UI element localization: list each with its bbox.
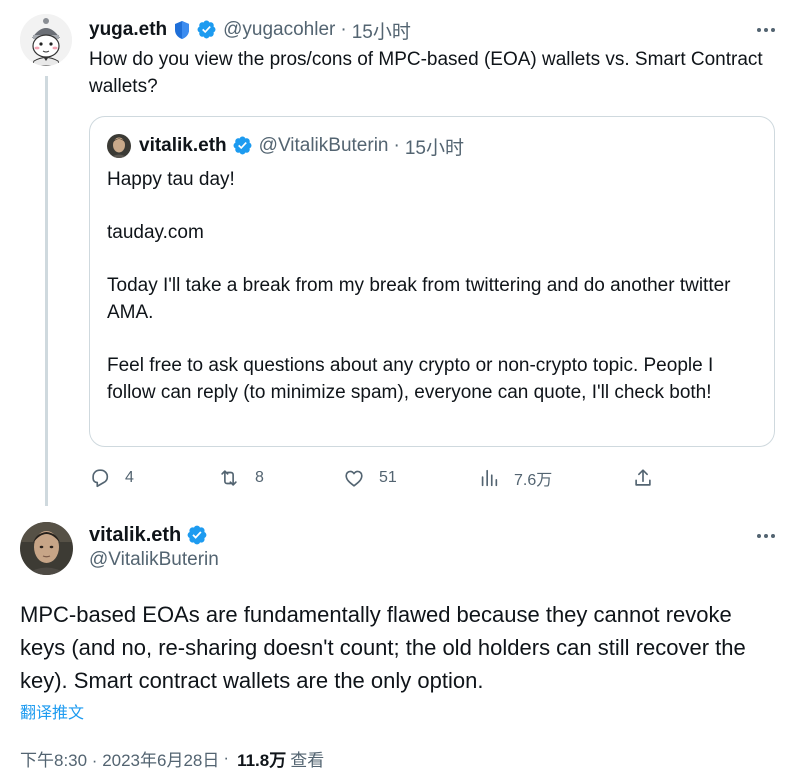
tweet-text: MPC-based EOAs are fundamentally flawed … [20, 602, 746, 693]
parent-tweet-header: yuga.eth @yugacohler · 15小时 [89, 17, 411, 44]
retweet-count: 8 [255, 469, 264, 486]
vitalik-avatar-icon [20, 522, 73, 575]
author-name-row: vitalik.eth [89, 522, 208, 548]
quoted-tweet-card[interactable]: vitalik.eth @VitalikButerin · 15小时 Happy… [89, 116, 775, 447]
yuga-avatar-icon [20, 14, 72, 66]
quoted-author-handle: @VitalikButerin [258, 135, 389, 156]
quoted-author-name: vitalik.eth [139, 135, 227, 156]
separator-dot: · [393, 135, 400, 156]
author-name[interactable]: yuga.eth [89, 19, 167, 41]
verified-badge-icon[interactable] [196, 19, 217, 41]
more-options-button[interactable] [748, 524, 784, 548]
verified-badge-icon[interactable] [186, 524, 208, 547]
share-button[interactable] [632, 462, 654, 494]
more-horizontal-icon [757, 534, 775, 538]
quoted-paragraph: Today I'll take a break from my break fr… [107, 275, 731, 323]
views-button[interactable]: 7.6万 [478, 462, 552, 494]
retweet-icon [221, 470, 237, 486]
view-count: 7.6万 [514, 472, 553, 489]
like-button[interactable]: 51 [343, 462, 397, 494]
avatar[interactable] [20, 14, 72, 66]
heart-icon [345, 470, 363, 487]
shield-emoji-icon [173, 19, 191, 41]
tweet-actions-bar: 4 8 51 7.6万 [89, 462, 669, 494]
main-tweet: vitalik.eth @VitalikButerin MPC-based EO… [0, 510, 796, 784]
quoted-paragraph: tauday.com [107, 222, 204, 243]
translate-tweet-link[interactable]: 翻译推文 [20, 699, 84, 723]
separator-dot: · [340, 19, 347, 40]
author-handle[interactable]: @yugacohler [223, 19, 335, 41]
quoted-tweet-header: vitalik.eth @VitalikButerin · 15小时 [107, 133, 464, 159]
separator-dot: · [223, 748, 230, 767]
tweet-meta: 下午8:30 · 2023年6月28日 · 11.8万 查看 [20, 746, 324, 770]
quoted-timestamp: 15小时 [404, 137, 464, 159]
avatar [107, 134, 131, 158]
tweet-timestamp[interactable]: 下午8:30 · 2023年6月28日 [20, 746, 219, 771]
views-label: 查看 [290, 750, 325, 770]
verified-badge-icon [232, 135, 253, 157]
views-chart-icon [481, 469, 498, 487]
reply-button[interactable]: 4 [89, 462, 134, 494]
tweet-timestamp[interactable]: 15小时 [352, 17, 411, 44]
vitalik-avatar-icon [107, 134, 131, 158]
author-handle[interactable]: @VitalikButerin [89, 549, 219, 571]
view-count: 11.8万 [237, 750, 287, 770]
quoted-tweet-text: Happy tau day! tauday.com Today I'll tak… [107, 166, 767, 406]
reply-icon [92, 469, 109, 488]
author-name[interactable]: vitalik.eth [89, 524, 181, 547]
avatar[interactable] [20, 522, 73, 575]
parent-tweet[interactable]: yuga.eth @yugacohler · 15小时 How do you v… [0, 0, 796, 510]
more-horizontal-icon [757, 28, 775, 32]
like-count: 51 [379, 469, 397, 486]
quoted-paragraph: Feel free to ask questions about any cry… [107, 355, 714, 403]
share-icon [635, 469, 651, 486]
more-options-button[interactable] [748, 18, 784, 42]
quoted-paragraph: Happy tau day! [107, 169, 235, 190]
tweet-text: How do you view the pros/cons of MPC-bas… [89, 49, 763, 97]
retweet-button[interactable]: 8 [217, 462, 264, 494]
reply-count: 4 [125, 469, 134, 486]
